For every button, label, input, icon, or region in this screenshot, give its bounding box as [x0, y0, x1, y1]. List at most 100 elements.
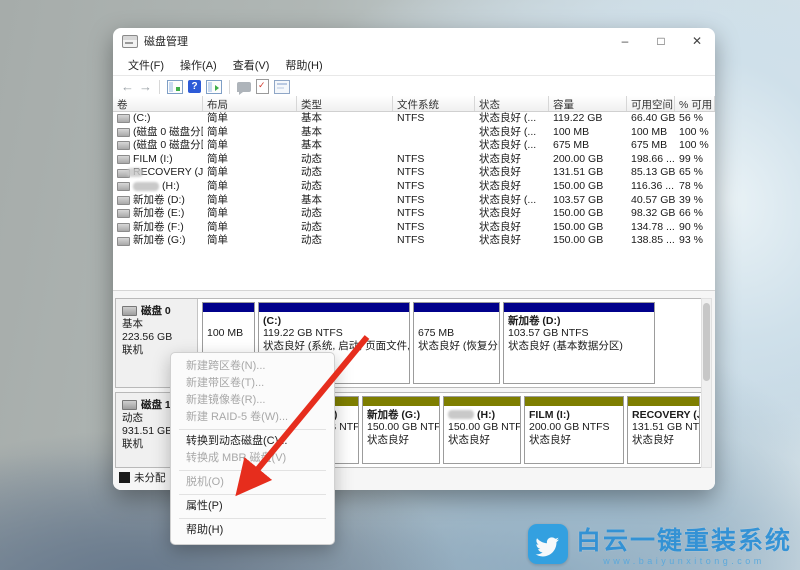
volume-name: 新加卷 (F:)	[133, 221, 184, 235]
volume-row[interactable]: FILM (I:)简单动态NTFS状态良好200.00 GB198.66 ...…	[113, 153, 715, 167]
volume-name: (C:)	[133, 112, 151, 126]
volume-row[interactable]: (磁盘 0 磁盘分区 1)简单基本状态良好 (...100 MB100 MB10…	[113, 126, 715, 140]
volume-row[interactable]: RECOVERY (J:)简单动态NTFS状态良好131.51 GB85.13 …	[113, 166, 715, 180]
partition-name-text: (C:)	[263, 315, 281, 327]
volume-percent-free: 39 %	[675, 194, 715, 208]
watermark[interactable]: 白云一键重装系统 www.baiyunxitong.com	[528, 521, 792, 566]
back-icon[interactable]: ←	[121, 80, 134, 93]
column-header-4[interactable]: 状态	[475, 96, 549, 111]
volume-list-header[interactable]: 卷布局类型文件系统状态容量可用空间% 可用	[113, 96, 715, 112]
volume-type: 动态	[297, 221, 393, 235]
partition-box[interactable]: (H:)150.00 GB NTFS状态良好	[443, 396, 521, 464]
partition-size: 119.22 GB NTFS	[263, 327, 405, 340]
console-tree-icon[interactable]	[167, 80, 183, 94]
forward-icon[interactable]: →	[139, 80, 152, 93]
partition-header-strip	[525, 397, 623, 406]
context-menu-item: 转换成 MBR 磁盘(V)	[171, 450, 334, 467]
partition-box[interactable]: 新加卷 (D:)103.57 GB NTFS状态良好 (基本数据分区)	[503, 302, 655, 384]
column-header-1[interactable]: 布局	[203, 96, 297, 111]
volume-layout: 简单	[203, 207, 297, 221]
volume-layout: 简单	[203, 126, 297, 140]
volume-free-space: 40.57 GB	[627, 194, 675, 208]
volume-type: 动态	[297, 180, 393, 194]
partition-name-text: 新加卷 (G:)	[367, 407, 420, 422]
volume-row[interactable]: (磁盘 0 磁盘分区 4)简单基本状态良好 (...675 MB675 MB10…	[113, 139, 715, 153]
partition-body: 675 MB状态良好 (恢复分区)	[414, 312, 499, 353]
menubar-item-2[interactable]: 查看(V)	[226, 55, 277, 75]
context-menu-item: 新建带区卷(T)...	[171, 375, 334, 392]
volume-layout: 简单	[203, 139, 297, 153]
partition-box[interactable]: RECOVERY (J:)131.51 GB NTFS状态良好	[627, 396, 700, 464]
volume-type: 基本	[297, 194, 393, 208]
watermark-title: 白云一键重装系统	[576, 521, 792, 557]
properties-icon[interactable]	[274, 80, 290, 94]
volume-row[interactable]: (C:)简单基本NTFS状态良好 (...119.22 GB66.40 GB56…	[113, 112, 715, 126]
volume-row[interactable]: (H:)简单动态NTFS状态良好150.00 GB116.36 ...78 %	[113, 180, 715, 194]
vertical-scrollbar[interactable]	[701, 298, 712, 468]
column-header-3[interactable]: 文件系统	[393, 96, 475, 111]
context-menu-item[interactable]: 帮助(H)	[171, 522, 334, 539]
close-button[interactable]: ✕	[679, 28, 715, 54]
context-menu-item[interactable]: 转换到动态磁盘(C)...	[171, 433, 334, 450]
volume-row[interactable]: 新加卷 (E:)简单动态NTFS状态良好150.00 GB98.32 GB66 …	[113, 207, 715, 221]
volume-row[interactable]: 新加卷 (F:)简单动态NTFS状态良好150.00 GB134.78 ...9…	[113, 221, 715, 235]
partition-body: RECOVERY (J:)131.51 GB NTFS状态良好	[628, 406, 699, 447]
column-header-0[interactable]: 卷	[113, 96, 203, 111]
volume-layout: 简单	[203, 112, 297, 126]
volume-icon	[117, 128, 130, 137]
volume-file-system: NTFS	[393, 194, 475, 208]
volume-status: 状态良好 (...	[475, 194, 549, 208]
volume-status: 状态良好	[475, 180, 549, 194]
partition-name-text: (H:)	[477, 409, 495, 421]
menubar-item-0[interactable]: 文件(F)	[121, 55, 171, 75]
legend-label: 未分配	[134, 470, 166, 485]
volume-percent-free: 56 %	[675, 112, 715, 126]
partition-header-strip	[628, 397, 699, 406]
volume-free-space: 100 MB	[627, 126, 675, 140]
volume-layout: 简单	[203, 234, 297, 248]
scrollbar-thumb[interactable]	[703, 303, 710, 381]
partition-body: (H:)150.00 GB NTFS状态良好	[444, 406, 520, 447]
partition-box[interactable]: FILM (I:)200.00 GB NTFS状态良好	[524, 396, 624, 464]
volume-percent-free: 93 %	[675, 234, 715, 248]
maximize-button[interactable]: □	[643, 28, 679, 54]
watermark-url: www.baiyunxitong.com	[603, 556, 765, 566]
partition-box[interactable]: 新加卷 (G:)150.00 GB NTFS状态良好	[362, 396, 440, 464]
check-document-icon[interactable]	[256, 79, 269, 94]
menubar-item-1[interactable]: 操作(A)	[173, 55, 224, 75]
volume-name: FILM (I:)	[133, 153, 173, 167]
partition-body: 100 MB	[203, 312, 254, 340]
volume-capacity: 150.00 GB	[549, 234, 627, 248]
show-detail-pane-icon[interactable]	[206, 80, 222, 94]
column-header-7[interactable]: % 可用	[675, 96, 715, 111]
help-icon[interactable]: ?	[188, 80, 201, 93]
volume-icon	[117, 209, 130, 218]
partition-name-text: 新加卷 (D:)	[508, 313, 561, 328]
volume-layout: 简单	[203, 180, 297, 194]
volume-icon	[117, 114, 130, 123]
action-pointer-icon[interactable]	[237, 82, 251, 92]
title-bar[interactable]: 磁盘管理 – □ ✕	[113, 28, 715, 54]
volume-file-system: NTFS	[393, 166, 475, 180]
partition-box[interactable]: 675 MB状态良好 (恢复分区)	[413, 302, 500, 384]
volume-status: 状态良好	[475, 153, 549, 167]
partition-status: 状态良好	[367, 434, 435, 447]
desktop: { "window": { "title": "磁盘管理", "controls…	[0, 0, 800, 570]
volume-row[interactable]: 新加卷 (G:)简单动态NTFS状态良好150.00 GB138.85 ...9…	[113, 234, 715, 248]
volume-name-cell: (磁盘 0 磁盘分区 1)	[113, 126, 203, 140]
partition-name: 新加卷 (D:)	[508, 314, 650, 327]
context-menu-separator	[179, 518, 326, 519]
volume-icon	[117, 141, 130, 150]
column-header-6[interactable]: 可用空间	[627, 96, 675, 111]
volume-file-system: NTFS	[393, 221, 475, 235]
context-menu-item[interactable]: 属性(P)	[171, 498, 334, 515]
volume-name-cell: 新加卷 (D:)	[113, 194, 203, 208]
volume-file-system: NTFS	[393, 180, 475, 194]
menubar-item-3[interactable]: 帮助(H)	[278, 55, 329, 75]
column-header-5[interactable]: 容量	[549, 96, 627, 111]
column-header-2[interactable]: 类型	[297, 96, 393, 111]
partition-size: 150.00 GB NTFS	[367, 421, 435, 434]
volume-row[interactable]: 新加卷 (D:)简单基本NTFS状态良好 (...103.57 GB40.57 …	[113, 194, 715, 208]
minimize-button[interactable]: –	[607, 28, 643, 54]
partition-name: (C:)	[263, 314, 405, 327]
